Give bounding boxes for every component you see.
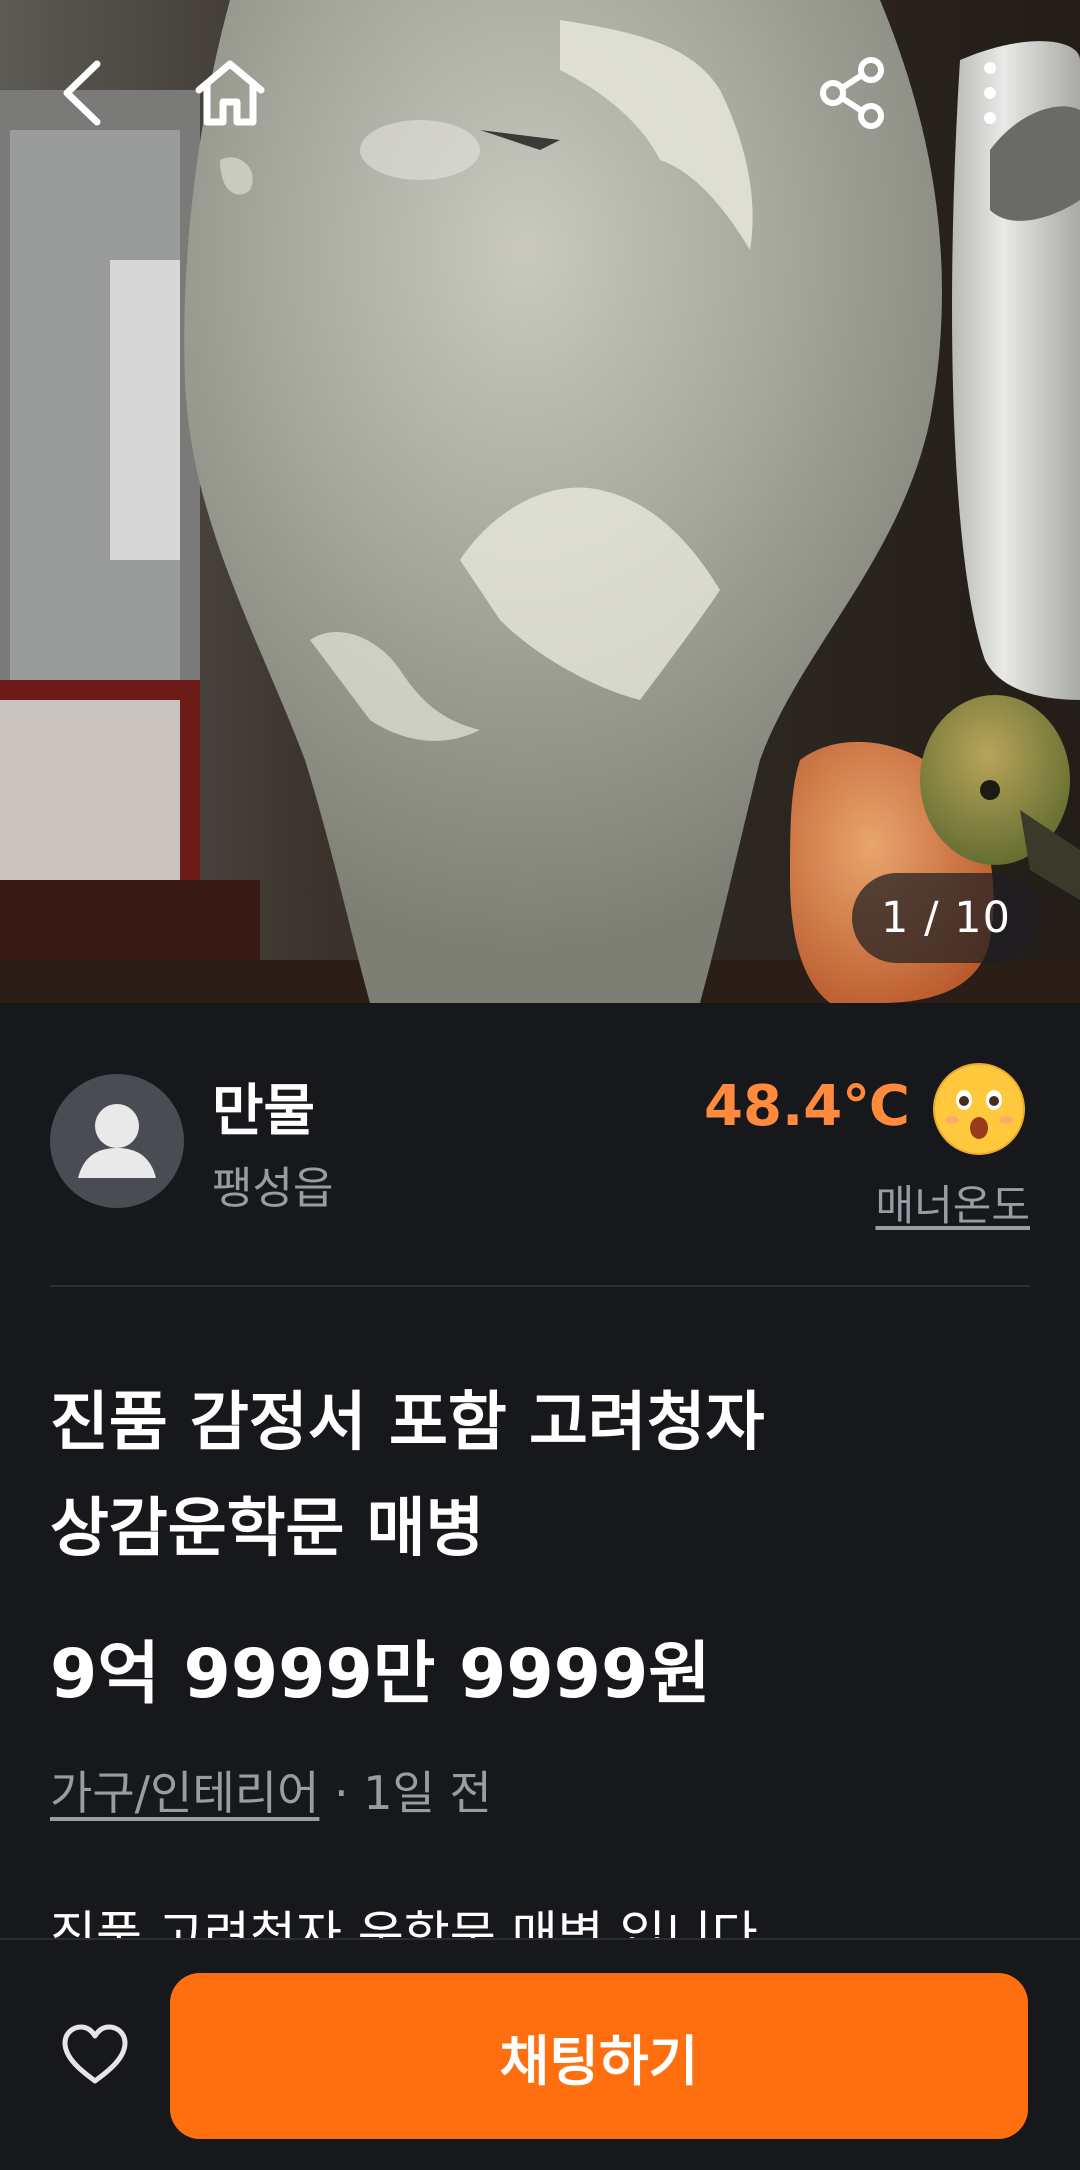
posted-time: · 1일 전 [319, 1766, 492, 1820]
share-icon [820, 57, 884, 129]
product-photo[interactable]: 1 / 10 [0, 0, 1080, 1003]
category-link[interactable]: 가구/인테리어 [50, 1766, 319, 1820]
user-icon [78, 1104, 156, 1178]
product-title: 진품 감정서 포함 고려청자 상감운학문 매병 [50, 1370, 1030, 1582]
share-button[interactable] [797, 38, 907, 148]
home-icon [195, 60, 265, 126]
product-price: 9억 9999만 9999원 [50, 1635, 711, 1714]
chevron-left-icon [63, 60, 101, 126]
product-description-text: 진품 고려청자 운학문 매병 입니다 [50, 1906, 758, 1938]
bottom-action-bar: 채팅하기 [0, 1938, 1080, 2170]
more-button[interactable] [935, 38, 1045, 148]
seller-name[interactable]: 만물 [212, 1066, 315, 1147]
product-meta: 가구/인테리어 · 1일 전 [50, 1757, 492, 1823]
seller-profile[interactable]: 만물 팽성읍 48.4℃ 매너온도 [50, 1062, 1030, 1230]
seller-location: 팽성읍 [212, 1163, 334, 1214]
product-title-line1: 진품 감정서 포함 고려청자 [50, 1386, 765, 1460]
heart-outline-icon [62, 2024, 128, 2084]
home-button[interactable] [175, 38, 285, 148]
chat-button[interactable]: 채팅하기 [170, 1973, 1028, 2139]
more-vertical-icon [984, 62, 996, 124]
product-detail-page: 1 / 10 만물 팽성읍 48.4℃ 매너온도 진품 감정서 포함 고려청자 … [0, 0, 1080, 2170]
manner-temperature-link[interactable]: 매너온도 [875, 1172, 1030, 1233]
product-description: 진품 고려청자 운학문 매병 입니다 [50, 1900, 1030, 1938]
product-title-line2: 상감운학문 매병 [50, 1492, 485, 1566]
divider [50, 1285, 1030, 1287]
surprised-face-icon [932, 1062, 1026, 1156]
vase-photo-illustration [0, 0, 1080, 1003]
back-button[interactable] [30, 38, 140, 148]
manner-temperature: 48.4℃ [704, 1074, 910, 1139]
like-button[interactable] [40, 2000, 150, 2110]
photo-counter: 1 / 10 [852, 873, 1040, 963]
avatar[interactable] [50, 1074, 184, 1208]
